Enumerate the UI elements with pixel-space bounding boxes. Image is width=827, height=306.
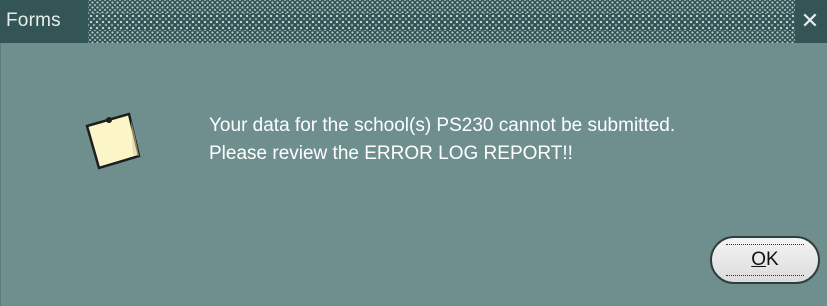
dialog-body: Your data for the school(s) PS230 cannot… (0, 43, 827, 306)
note-pin (106, 117, 112, 123)
message-line-2: Please review the ERROR LOG REPORT!! (209, 143, 573, 164)
ok-mnemonic: O (751, 249, 767, 270)
forms-dialog: Forms ✕ Your data for the school(s) PS23… (0, 0, 827, 306)
ok-button-label: OK (712, 248, 818, 272)
message-text: Your data for the school(s) PS230 cannot… (209, 112, 675, 168)
close-icon[interactable]: ✕ (799, 8, 821, 34)
note-icon (85, 112, 141, 170)
message-line-1: Your data for the school(s) PS230 cannot… (209, 115, 676, 136)
title-pattern (88, 13, 795, 30)
ok-label-rest: K (766, 249, 779, 270)
window-title: Forms (6, 10, 61, 31)
ok-button[interactable]: OK (710, 236, 820, 284)
title-bar[interactable]: Forms ✕ (0, 0, 827, 44)
